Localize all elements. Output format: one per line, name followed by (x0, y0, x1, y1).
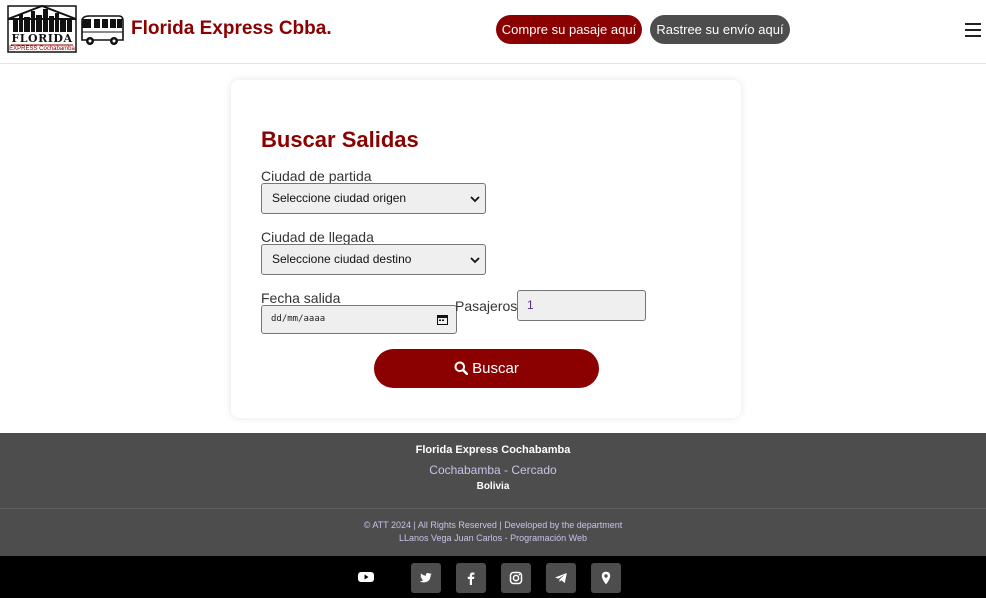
youtube-icon[interactable] (358, 571, 374, 583)
twitter-icon (419, 573, 432, 583)
search-card: Buscar Salidas Ciudad de partida Selecci… (231, 80, 741, 418)
destination-select-value: Seleccione ciudad destino (272, 252, 412, 266)
footer-divider (0, 508, 986, 509)
chevron-down-icon (470, 196, 480, 203)
date-input[interactable]: dd/mm/aaaa (261, 305, 457, 334)
instagram-button[interactable] (501, 563, 531, 593)
footer-country: Bolivia (476, 481, 510, 492)
footer-company: Florida Express Cochabamba (415, 444, 571, 456)
date-label: Fecha salida (261, 290, 341, 306)
facebook-button[interactable] (456, 563, 486, 593)
passengers-label: Pasajeros (455, 298, 518, 314)
hamburger-icon[interactable] (964, 21, 982, 39)
search-button[interactable]: Buscar (374, 349, 599, 388)
bus-icon (81, 15, 124, 45)
brand-title[interactable]: Florida Express Cbba. (131, 18, 332, 40)
telegram-icon (555, 573, 567, 583)
telegram-button[interactable] (546, 563, 576, 593)
date-input-value: dd/mm/aaaa (271, 314, 326, 324)
footer-copyright: © ATT 2024 | All Rights Reserved | Devel… (363, 520, 623, 530)
logo-text: FLORIDA (11, 32, 73, 45)
origin-select-value: Seleccione ciudad origen (272, 191, 407, 205)
chevron-down-icon (470, 257, 480, 264)
search-icon (454, 361, 469, 375)
logo-subtext: EXPRESS Cochabamba (9, 46, 75, 52)
site-footer: Florida Express Cochabamba Cochabamba - … (0, 433, 986, 556)
florida-logo[interactable]: FLORIDA EXPRESS Cochabamba (7, 4, 77, 53)
buy-ticket-button[interactable]: Compre su pasaje aquí (496, 15, 642, 44)
destination-label: Ciudad de llegada (261, 229, 374, 245)
search-button-label: Buscar (472, 360, 519, 377)
social-bar (0, 556, 986, 598)
map-pin-icon (601, 571, 611, 585)
site-header: FLORIDA EXPRESS Cochabamba Florida Expre… (0, 0, 986, 64)
destination-select[interactable]: Seleccione ciudad destino (261, 244, 486, 275)
twitter-button[interactable] (411, 563, 441, 593)
origin-label: Ciudad de partida (261, 168, 372, 184)
facebook-icon (467, 572, 475, 585)
calendar-icon[interactable] (437, 314, 448, 325)
search-title: Buscar Salidas (261, 127, 419, 152)
origin-select[interactable]: Seleccione ciudad origen (261, 183, 486, 214)
track-shipment-button[interactable]: Rastree su envío aquí (650, 15, 790, 44)
passengers-input[interactable]: 1 (517, 290, 646, 321)
instagram-icon (509, 571, 523, 585)
footer-developer: LLanos Vega Juan Carlos - Programación W… (399, 533, 587, 543)
location-button[interactable] (591, 563, 621, 593)
footer-city: Cochabamba - Cercado (429, 463, 557, 477)
